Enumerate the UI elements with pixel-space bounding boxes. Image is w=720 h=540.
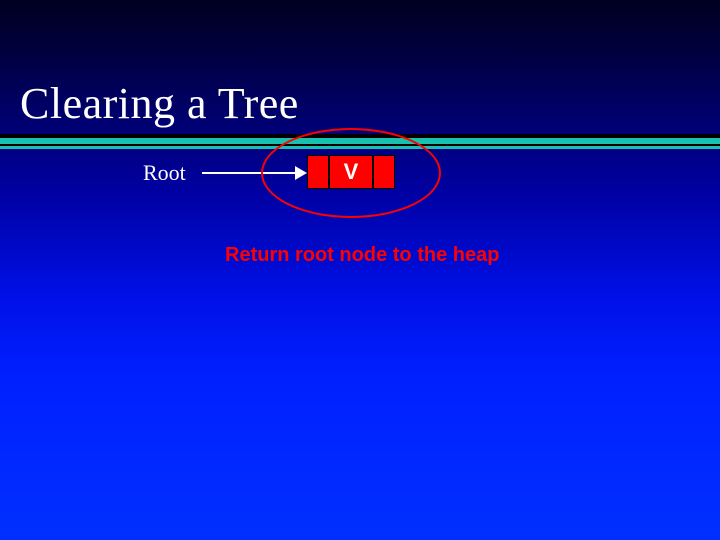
step-caption: Return root node to the heap [225,244,499,267]
root-pointer-label: Root [143,160,186,186]
slide-title: Clearing a Tree [20,78,299,129]
highlight-ellipse-icon [261,128,441,218]
slide: Clearing a Tree Root V Return root node … [0,0,720,540]
